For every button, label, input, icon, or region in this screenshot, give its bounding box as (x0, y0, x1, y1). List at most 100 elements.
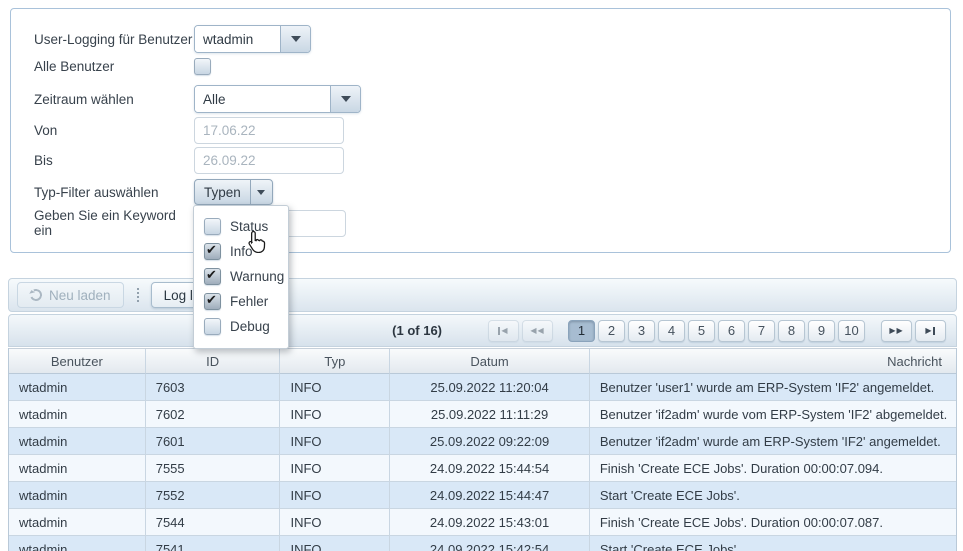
arrow-left-icon: ◀ (501, 327, 507, 335)
refresh-icon (28, 287, 43, 302)
paginator-page-button[interactable]: 2 (598, 320, 625, 342)
table-row[interactable]: wtadmin7602INFO25.09.2022 11:11:29Benutz… (9, 401, 956, 428)
paginator-page-button[interactable]: 9 (808, 320, 835, 342)
reload-button-label: Neu laden (49, 288, 111, 303)
table-cell: 24.09.2022 15:43:01 (390, 509, 590, 536)
type-filter-trigger[interactable] (250, 180, 272, 204)
chevron-down-icon (291, 36, 301, 42)
table-cell: wtadmin (9, 536, 146, 551)
paginator-page-button[interactable]: 6 (718, 320, 745, 342)
user-dropdown[interactable]: wtadmin (194, 25, 311, 53)
paginator-prev-button[interactable]: ◀◀ (522, 320, 553, 342)
table-cell: 7602 (146, 401, 281, 428)
log-table-header: BenutzerIDTypDatumNachricht (9, 348, 956, 374)
table-cell: INFO (280, 374, 390, 401)
user-dropdown-trigger[interactable] (280, 26, 310, 52)
paginator-status: (1 of 16) (392, 323, 442, 338)
table-cell: Benutzer 'if2adm' wurde am ERP-System 'I… (590, 428, 956, 455)
type-option-label: Fehler (230, 294, 268, 309)
table-cell: wtadmin (9, 374, 146, 401)
period-dropdown[interactable]: Alle (194, 85, 361, 113)
type-option-checkbox[interactable]: ✔ (204, 268, 221, 285)
paginator: (1 of 16) ◀ ◀◀ 1 2 3 4 5 6 7 8 9 10 ▶▶ ▶ (8, 314, 957, 347)
type-filter-button-label: Typen (195, 180, 250, 204)
type-option-label: Status (230, 219, 268, 234)
period-dropdown-trigger[interactable] (330, 86, 360, 112)
date-from-input[interactable] (194, 117, 344, 144)
table-cell: 24.09.2022 15:44:54 (390, 455, 590, 482)
table-cell: 7552 (146, 482, 281, 509)
all-users-checkbox[interactable]: ✔ (194, 58, 211, 75)
arrow-left-icon: ◀ (538, 327, 544, 335)
paginator-first-button[interactable]: ◀ (488, 320, 519, 342)
type-filter-option[interactable]: ✔ Debug (194, 314, 288, 339)
user-select-label: User-Logging für Benutzer (34, 32, 194, 47)
paginator-page-button[interactable]: 8 (778, 320, 805, 342)
table-cell: INFO (280, 509, 390, 536)
type-option-checkbox[interactable]: ✔ (204, 293, 221, 310)
type-filter-option[interactable]: ✔ Warnung (194, 264, 288, 289)
type-filter-option[interactable]: ✔ Info (194, 239, 288, 264)
paginator-page-button[interactable]: 4 (658, 320, 685, 342)
table-cell: Finish 'Create ECE Jobs'. Duration 00:00… (590, 509, 956, 536)
table-cell: 7601 (146, 428, 281, 455)
table-cell: 7544 (146, 509, 281, 536)
table-cell: 7603 (146, 374, 281, 401)
table-cell: wtadmin (9, 482, 146, 509)
table-row[interactable]: wtadmin7544INFO24.09.2022 15:43:01Finish… (9, 509, 956, 536)
table-cell: INFO (280, 401, 390, 428)
date-to-input[interactable] (194, 147, 344, 174)
paginator-page-button[interactable]: 7 (748, 320, 775, 342)
column-header[interactable]: Nachricht (590, 349, 956, 374)
paginator-next-button[interactable]: ▶▶ (881, 320, 912, 342)
arrow-right-icon: ▶ (889, 327, 895, 335)
type-filter-option[interactable]: ✔ Fehler (194, 289, 288, 314)
paginator-page-button[interactable]: 3 (628, 320, 655, 342)
table-row[interactable]: wtadmin7552INFO24.09.2022 15:44:47Start … (9, 482, 956, 509)
check-icon: ✔ (206, 292, 217, 308)
paginator-page-button[interactable]: 1 (568, 320, 595, 342)
table-cell: Start 'Create ECE Jobs'. (590, 536, 956, 551)
table-row[interactable]: wtadmin7601INFO25.09.2022 09:22:09Benutz… (9, 428, 956, 455)
column-header[interactable]: Datum (390, 349, 590, 374)
date-from-label: Von (34, 123, 194, 138)
table-row[interactable]: wtadmin7541INFO24.09.2022 15:42:54Start … (9, 536, 956, 551)
keyword-label: Geben Sie ein Keyword ein (34, 208, 194, 238)
column-header[interactable]: Benutzer (9, 349, 146, 374)
column-header[interactable]: ID (146, 349, 281, 374)
type-option-checkbox[interactable]: ✔ (204, 318, 221, 335)
user-select-row: User-Logging für Benutzer wtadmin (34, 25, 311, 53)
table-cell: INFO (280, 455, 390, 482)
table-cell: 24.09.2022 15:44:47 (390, 482, 590, 509)
type-filter-option[interactable]: ✔ Status (194, 214, 288, 239)
arrow-right-icon: ▶ (897, 327, 903, 335)
reload-button[interactable]: Neu laden (17, 282, 124, 308)
type-option-checkbox[interactable]: ✔ (204, 243, 221, 260)
table-cell: 25.09.2022 09:22:09 (390, 428, 590, 455)
table-cell: wtadmin (9, 401, 146, 428)
table-cell: 25.09.2022 11:11:29 (390, 401, 590, 428)
arrow-right-icon: ▶ (925, 327, 931, 335)
column-header[interactable]: Typ (280, 349, 390, 374)
paginator-last-button[interactable]: ▶ (915, 320, 946, 342)
table-cell: 24.09.2022 15:42:54 (390, 536, 590, 551)
type-option-checkbox[interactable]: ✔ (204, 218, 221, 235)
log-table: BenutzerIDTypDatumNachricht wtadmin7603I… (8, 348, 957, 551)
date-to-row: Bis (34, 147, 344, 174)
table-row[interactable]: wtadmin7555INFO24.09.2022 15:44:54Finish… (9, 455, 956, 482)
table-cell: INFO (280, 482, 390, 509)
user-logging-page: User-Logging für Benutzer wtadmin Alle B… (0, 0, 963, 551)
all-users-row: Alle Benutzer ✔ (34, 57, 211, 75)
table-cell: INFO (280, 428, 390, 455)
table-cell: INFO (280, 536, 390, 551)
type-option-label: Debug (230, 319, 270, 334)
last-page-icon (933, 327, 935, 335)
type-filter-button[interactable]: Typen (194, 179, 273, 205)
table-cell: Benutzer 'user1' wurde am ERP-System 'IF… (590, 374, 956, 401)
paginator-page-button[interactable]: 10 (838, 320, 865, 342)
period-dropdown-value: Alle (195, 86, 330, 112)
paginator-page-button[interactable]: 5 (688, 320, 715, 342)
check-icon: ✔ (206, 267, 217, 283)
table-row[interactable]: wtadmin7603INFO25.09.2022 11:20:04Benutz… (9, 374, 956, 401)
period-select-label: Zeitraum wählen (34, 92, 194, 107)
